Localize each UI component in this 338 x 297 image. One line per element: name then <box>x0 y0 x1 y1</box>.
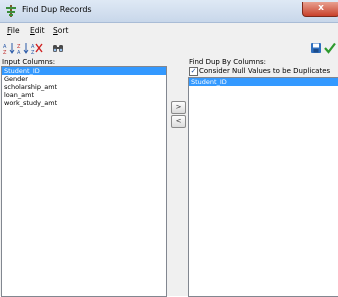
input-columns-list[interactable]: Student_ID Gender scholarship_amt loan_a… <box>1 66 167 297</box>
add-column-button[interactable]: > <box>171 101 186 114</box>
find-dup-columns-list[interactable]: Student_ID <box>188 77 338 297</box>
menu-file[interactable]: File <box>7 26 20 35</box>
list-item[interactable]: Gender <box>2 75 166 83</box>
svg-text:Z: Z <box>31 50 35 54</box>
title-bar: Find Dup Records x <box>0 0 338 23</box>
list-item[interactable]: loan_amt <box>2 91 166 99</box>
clear-sort-icon[interactable]: A Z <box>31 42 43 54</box>
menu-bar: File Edit Sort <box>0 23 338 38</box>
toolbar: A Z Z A A Z <box>0 40 338 56</box>
sort-ascending-icon[interactable]: A Z <box>3 42 15 54</box>
checkbox-check-icon: ✓ <box>190 67 197 75</box>
menu-sort-rest: ort <box>57 26 69 35</box>
list-item[interactable]: scholarship_amt <box>2 83 166 91</box>
find-dup-records-window: Find Dup Records x File Edit Sort A Z Z … <box>0 0 338 297</box>
remove-column-button[interactable]: < <box>171 115 186 128</box>
find-icon[interactable] <box>52 42 64 54</box>
menu-edit-rest: dit <box>34 26 45 35</box>
close-button[interactable]: x <box>302 2 338 17</box>
svg-text:Z: Z <box>3 50 7 54</box>
app-tree-icon <box>6 5 16 17</box>
null-duplicates-checkbox[interactable]: ✓ <box>189 67 198 76</box>
list-item[interactable]: Student_ID <box>2 67 166 75</box>
menu-file-rest: ile <box>10 26 20 35</box>
list-item[interactable]: work_study_amt <box>2 99 166 107</box>
menu-sort[interactable]: Sort <box>53 26 68 35</box>
find-dup-by-columns-label: Find Dup By Columns: <box>189 58 267 66</box>
null-duplicates-label: Consider Null Values to be Duplicates <box>199 67 331 75</box>
svg-text:A: A <box>17 50 21 54</box>
input-columns-label: Input Columns: <box>2 58 56 66</box>
window-title: Find Dup Records <box>22 5 92 14</box>
save-icon[interactable] <box>310 42 322 54</box>
list-item[interactable]: Student_ID <box>189 78 338 86</box>
sort-descending-icon[interactable]: Z A <box>17 42 29 54</box>
menu-edit[interactable]: Edit <box>30 26 45 35</box>
apply-check-icon[interactable] <box>324 42 336 54</box>
